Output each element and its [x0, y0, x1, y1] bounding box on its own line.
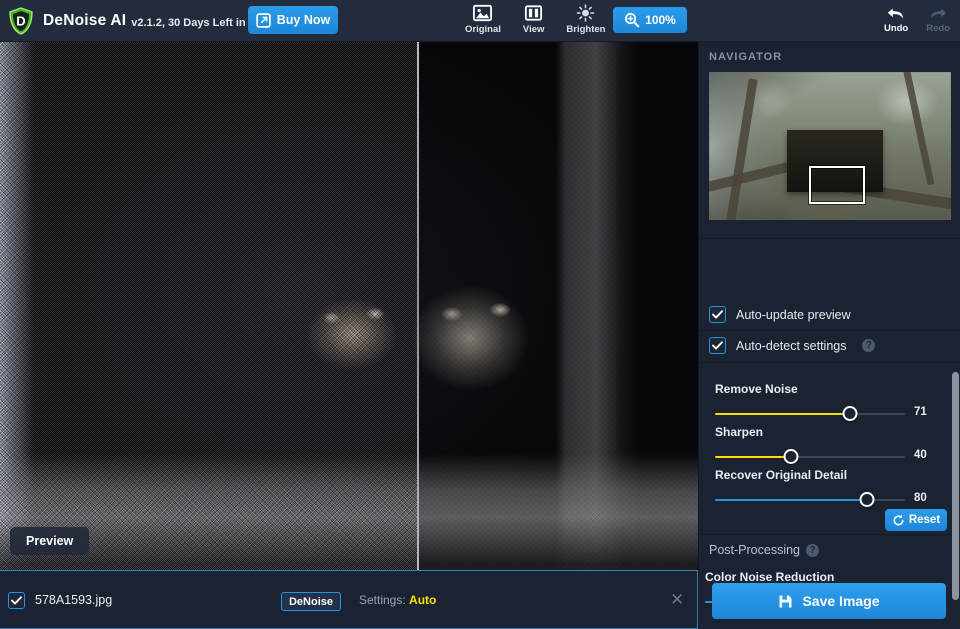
before-after-split-handle[interactable] [417, 42, 419, 570]
navigator-viewport-rect[interactable] [809, 166, 865, 204]
auto-update-preview-row[interactable]: Auto-update preview [709, 306, 851, 323]
owl-photo-denoised [419, 42, 698, 570]
split-view-icon [525, 5, 543, 21]
svg-text:D: D [16, 14, 25, 29]
refresh-circular-arrow-icon [893, 514, 904, 525]
recover-original-detail-knob[interactable] [859, 492, 875, 507]
sharpen-value: 40 [914, 449, 927, 461]
view-button[interactable]: View [523, 3, 544, 35]
remove-noise-value: 71 [914, 406, 927, 418]
history-group: Undo Redo [884, 0, 950, 42]
top-toolbar: D DeNoise AI v2.1.2, 30 Days Left in Tria… [0, 0, 960, 42]
app-title: DeNoise AI [43, 12, 127, 29]
recover-original-detail-value: 80 [914, 492, 927, 504]
remove-noise-knob[interactable] [842, 406, 858, 421]
auto-update-preview-checkbox[interactable] [709, 306, 726, 323]
reset-label: Reset [908, 514, 941, 526]
post-processing-header: Post-Processing ? [709, 543, 820, 557]
file-list-bar: 578A1593.jpg Settings: Auto ✕ [0, 570, 698, 629]
auto-detect-help-icon[interactable]: ? [862, 339, 876, 352]
app-title-group: DeNoise AI v2.1.2, 30 Days Left in Trial [43, 12, 271, 30]
image-icon [473, 4, 493, 22]
magnifier-plus-icon [625, 12, 640, 28]
slider-fill [715, 456, 791, 458]
checkmark-icon [712, 310, 723, 319]
panel-divider [699, 362, 960, 363]
recover-original-detail-slider-block: Recover Original Detail 80 [699, 468, 960, 508]
buy-now-label: Buy Now [276, 13, 331, 27]
slider-fill [715, 499, 867, 501]
external-link-icon [256, 12, 271, 28]
checkmark-icon [712, 341, 723, 350]
denoise-ai-window: D DeNoise AI v2.1.2, 30 Days Left in Tria… [0, 0, 960, 629]
buy-now-button[interactable]: Buy Now [248, 6, 338, 34]
auto-detect-settings-checkbox[interactable] [709, 337, 726, 354]
panel-divider [699, 238, 960, 239]
remove-noise-label: Remove Noise [715, 382, 798, 396]
undo-label: Undo [883, 23, 909, 34]
image-preview-canvas[interactable]: Preview [0, 42, 698, 570]
undo-button[interactable]: Undo [884, 4, 908, 34]
view-tools-group: Original View Brighten [465, 0, 605, 42]
settings-status: Settings: Auto [359, 593, 436, 607]
slider-fill [715, 413, 850, 415]
navigator-title: NAVIGATOR [709, 51, 783, 63]
slider-track[interactable] [715, 456, 905, 458]
zoom-level-button[interactable]: 100% [613, 7, 687, 33]
slider-track[interactable] [715, 413, 905, 415]
post-processing-help-icon[interactable]: ? [806, 543, 820, 557]
brightness-sun-icon [577, 4, 595, 22]
panel-divider [699, 330, 960, 331]
navigator-viewport-inner [811, 168, 863, 202]
remove-noise-slider[interactable]: 71 [699, 406, 960, 422]
denoise-button[interactable]: DeNoise [281, 592, 341, 611]
recover-original-detail-slider[interactable]: 80 [699, 492, 960, 508]
file-select-checkbox[interactable] [8, 592, 25, 609]
color-noise-reduction-label: Color Noise Reduction [705, 570, 835, 584]
sharpen-label: Sharpen [715, 425, 764, 439]
auto-detect-settings-label: Auto-detect settings [736, 338, 847, 353]
sharpen-slider-block: Sharpen 40 [699, 425, 960, 465]
sharpen-knob[interactable] [783, 449, 799, 464]
denoised-preview-half [419, 42, 698, 570]
panel-divider [699, 534, 960, 535]
save-image-label: Save Image [802, 593, 880, 609]
save-image-button[interactable]: Save Image [712, 583, 946, 619]
auto-detect-settings-row[interactable]: Auto-detect settings ? [709, 337, 876, 354]
undo-arrow-icon [887, 8, 904, 19]
settings-value-label: Auto [409, 593, 437, 607]
redo-button[interactable]: Redo [926, 4, 950, 34]
file-name-label: 578A1593.jpg [35, 593, 113, 607]
brighten-button[interactable]: Brighten [566, 3, 605, 35]
settings-panel-scrollbar[interactable] [952, 372, 959, 600]
denoise-shield-logo-icon: D [8, 7, 34, 35]
settings-prefix-label: Settings: [359, 593, 406, 607]
redo-arrow-icon [931, 8, 947, 19]
remove-noise-slider-block: Remove Noise 71 [699, 382, 960, 422]
checkmark-icon [11, 596, 22, 605]
slider-track[interactable] [715, 499, 905, 501]
recover-original-detail-label: Recover Original Detail [715, 468, 848, 482]
view-label: View [522, 24, 545, 35]
brand-area: D DeNoise AI v2.1.2, 30 Days Left in Tria… [8, 0, 271, 42]
owl-photo-original [0, 42, 417, 570]
original-label: Original [465, 24, 501, 35]
original-button[interactable]: Original [465, 3, 501, 35]
zoom-level-label: 100% [645, 13, 676, 27]
auto-update-preview-label: Auto-update preview [736, 307, 851, 322]
settings-panel: NAVIGATOR Auto-update preview Auto-detec… [698, 42, 960, 629]
reset-button[interactable]: Reset [885, 509, 947, 531]
redo-label: Redo [926, 23, 950, 34]
navigator-thumbnail[interactable] [709, 72, 951, 220]
post-processing-title: Post-Processing [709, 543, 801, 557]
brighten-label: Brighten [566, 24, 606, 35]
floppy-disk-save-icon [779, 595, 792, 607]
close-x-icon[interactable]: ✕ [670, 590, 684, 610]
sharpen-slider[interactable]: 40 [699, 449, 960, 465]
original-noisy-half [0, 42, 417, 570]
preview-badge: Preview [10, 527, 90, 555]
